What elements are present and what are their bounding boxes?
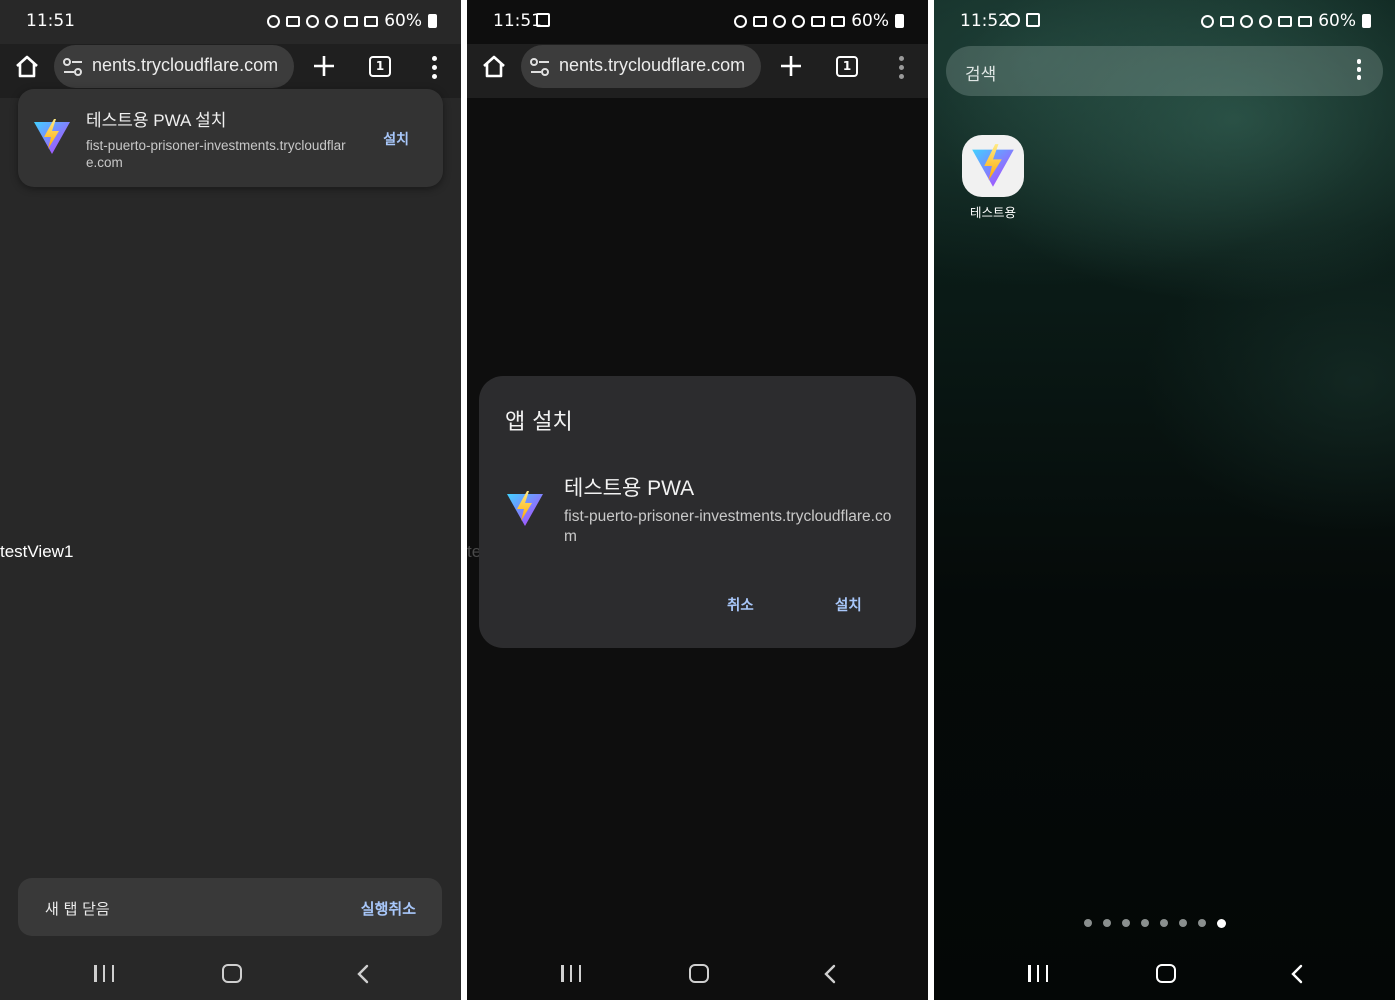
signal-icon xyxy=(831,15,846,27)
page-dot-active[interactable] xyxy=(1217,919,1226,928)
page-dot[interactable] xyxy=(1141,919,1149,927)
launcher-search-bar[interactable]: 검색 xyxy=(946,46,1383,96)
battery-icon xyxy=(428,14,437,28)
signal-icon xyxy=(1298,15,1313,27)
home-icon[interactable] xyxy=(481,54,507,80)
status-bar: 11:51 60% xyxy=(0,0,461,44)
tab-switcher-icon[interactable]: 1 xyxy=(836,56,858,77)
back-icon[interactable] xyxy=(822,964,838,984)
status-time: 11:51 xyxy=(493,11,542,31)
page-dot[interactable] xyxy=(1103,919,1111,927)
status-icons: 60% xyxy=(267,11,437,31)
dialog-app-url: fist-puerto-prisoner-investments.tryclou… xyxy=(564,508,892,545)
dialog-title: 앱 설치 xyxy=(505,410,573,435)
nav-home-icon[interactable] xyxy=(222,964,242,983)
more-menu-icon[interactable] xyxy=(892,54,910,80)
vite-app-icon xyxy=(507,491,543,526)
battery-icon xyxy=(895,14,904,28)
battery-level: 60% xyxy=(384,11,422,31)
system-nav-bar xyxy=(0,946,461,1000)
hotspot-icon xyxy=(1240,14,1254,28)
page-content-text: testView1 xyxy=(0,542,74,561)
status-bar: 11:51 60% xyxy=(467,0,928,44)
alarm-icon xyxy=(267,14,281,28)
hd-voice-icon xyxy=(1278,15,1293,27)
search-placeholder: 검색 xyxy=(965,65,997,85)
app-label: 테스트용 xyxy=(969,205,1016,220)
address-bar[interactable]: nents.trycloudflare.com xyxy=(54,45,294,88)
wifi-icon xyxy=(325,14,339,28)
hotspot-icon xyxy=(306,14,320,28)
more-menu-icon[interactable] xyxy=(1355,59,1363,83)
mute-icon xyxy=(753,15,768,27)
vite-app-icon xyxy=(34,119,70,154)
mute-icon xyxy=(1220,15,1235,27)
chrome-notification-icon xyxy=(1006,13,1020,27)
url-text: nents.trycloudflare.com xyxy=(92,55,279,75)
install-app-dialog: 앱 설치 테스트용 PWA fist-puerto-prisoner-inves… xyxy=(479,376,916,648)
install-button[interactable]: 설치 xyxy=(835,594,862,615)
new-tab-icon[interactable] xyxy=(310,52,338,80)
recents-icon[interactable] xyxy=(94,965,114,983)
hd-voice-icon xyxy=(344,15,359,27)
banner-title: 테스트용 PWA 설치 xyxy=(86,111,227,130)
site-settings-icon[interactable] xyxy=(62,57,84,77)
status-icons: 60% xyxy=(734,11,904,31)
system-nav-bar xyxy=(467,946,928,1000)
battery-level: 60% xyxy=(1318,11,1356,31)
back-icon[interactable] xyxy=(355,964,371,984)
signal-icon xyxy=(364,15,379,27)
dialog-app-name: 테스트용 PWA xyxy=(564,477,695,500)
site-settings-icon[interactable] xyxy=(529,57,551,77)
screen-chrome-install-banner: 11:51 60% nents.trycloudflare.com 1 test… xyxy=(0,0,461,1000)
recents-icon[interactable] xyxy=(561,965,581,983)
battery-icon xyxy=(1362,14,1371,28)
home-icon[interactable] xyxy=(14,54,40,80)
alarm-icon xyxy=(734,14,748,28)
install-button[interactable]: 설치 xyxy=(383,129,409,149)
status-time: 11:51 xyxy=(26,11,75,31)
tab-switcher-icon[interactable]: 1 xyxy=(369,56,391,77)
new-tab-icon[interactable] xyxy=(777,52,805,80)
url-text: nents.trycloudflare.com xyxy=(559,55,746,75)
wifi-icon xyxy=(792,14,806,28)
alarm-icon xyxy=(1201,14,1215,28)
screen-home-launcher: 11:52 60% 검색 테스트용 xyxy=(934,0,1395,1000)
nav-home-icon[interactable] xyxy=(1156,964,1176,983)
more-menu-icon[interactable] xyxy=(425,54,443,80)
snackbar-message: 새 탭 닫음 xyxy=(45,900,110,918)
pwa-app-shortcut[interactable] xyxy=(962,135,1024,197)
hotspot-icon xyxy=(773,14,787,28)
screen-chrome-install-dialog: 11:51 60% nents.trycloudflare.com 1 te 앱… xyxy=(467,0,928,1000)
vite-app-icon xyxy=(972,144,1014,187)
undo-button[interactable]: 실행취소 xyxy=(361,898,416,919)
wifi-icon xyxy=(1259,14,1273,28)
page-dot[interactable] xyxy=(1160,919,1168,927)
page-dot[interactable] xyxy=(1198,919,1206,927)
recents-icon[interactable] xyxy=(1028,965,1048,983)
pwa-install-banner: 테스트용 PWA 설치 fist-puerto-prisoner-investm… xyxy=(18,89,443,187)
address-bar[interactable]: nents.trycloudflare.com xyxy=(521,45,761,88)
status-time: 11:52 xyxy=(960,11,1009,31)
page-indicator xyxy=(1084,919,1226,928)
page-dot[interactable] xyxy=(1084,919,1092,927)
battery-level: 60% xyxy=(851,11,889,31)
nav-home-icon[interactable] xyxy=(689,964,709,983)
status-icons: 60% xyxy=(1201,11,1371,31)
banner-url: fist-puerto-prisoner-investments.tryclou… xyxy=(86,138,346,170)
page-dot[interactable] xyxy=(1122,919,1130,927)
system-nav-bar xyxy=(934,946,1395,1000)
hd-voice-icon xyxy=(811,15,826,27)
status-bar: 11:52 60% xyxy=(934,0,1395,44)
mute-icon xyxy=(286,15,301,27)
gallery-icon xyxy=(1026,13,1040,27)
browser-toolbar: nents.trycloudflare.com 1 xyxy=(467,44,928,98)
gallery-icon xyxy=(536,13,550,27)
snackbar: 새 탭 닫음 실행취소 xyxy=(18,878,442,936)
back-icon[interactable] xyxy=(1289,964,1305,984)
page-dot[interactable] xyxy=(1179,919,1187,927)
cancel-button[interactable]: 취소 xyxy=(727,594,754,615)
